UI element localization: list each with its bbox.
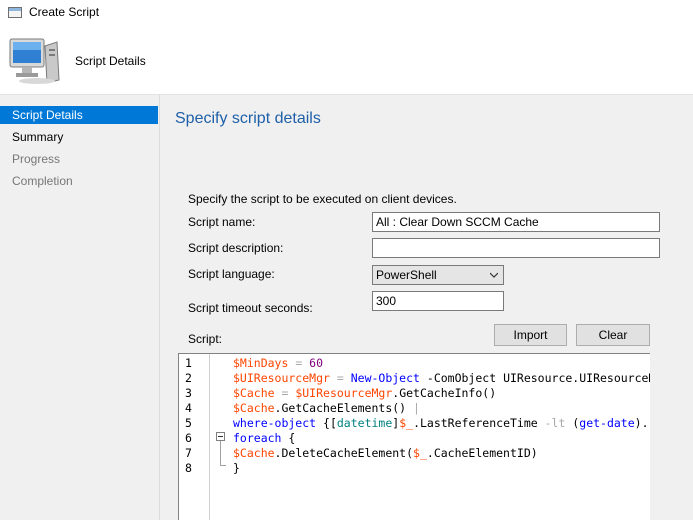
- code-token: foreach: [233, 431, 282, 445]
- script-timeout-input[interactable]: 300: [372, 291, 504, 311]
- sidebar-item-summary[interactable]: Summary: [0, 128, 158, 146]
- code-token: $UIResourceMgr: [233, 371, 330, 385]
- code-line: $Cache.GetCacheElements() |: [233, 401, 420, 416]
- computer-icon: [9, 38, 60, 84]
- fold-guide-end: [220, 465, 226, 466]
- code-token: =: [288, 356, 310, 370]
- window-icon: [8, 7, 22, 18]
- code-token: New-Object: [350, 371, 420, 385]
- code-token: .GetCacheElements(): [274, 401, 414, 415]
- code-token: ).: [634, 416, 649, 430]
- script-language-value: PowerShell: [376, 268, 437, 282]
- code-token: get-date: [579, 416, 635, 430]
- script-description-input[interactable]: [372, 238, 660, 258]
- script-language-label: Script language:: [188, 267, 275, 281]
- code-token: $UIResourceMgr: [295, 386, 393, 400]
- line-number: 1: [185, 356, 192, 370]
- title-bar: Create Script: [0, 0, 693, 28]
- code-line: $Cache = $UIResourceMgr.GetCacheInfo(): [233, 386, 496, 401]
- code-token: $Cache: [233, 401, 275, 415]
- code-token: $MinDays: [233, 356, 289, 370]
- code-token: 60: [309, 356, 324, 370]
- script-description-label: Script description:: [188, 241, 284, 255]
- script-name-input[interactable]: All : Clear Down SCCM Cache: [372, 212, 660, 232]
- line-number: 6: [185, 431, 192, 445]
- sidebar-item-progress: Progress: [12, 152, 61, 166]
- page-title: Specify script details: [175, 110, 321, 127]
- line-number: 8: [185, 461, 192, 475]
- line-number: 5: [185, 416, 192, 430]
- line-number-gutter: 1 2 3 4 5 6 7 8: [179, 354, 210, 520]
- code-token: UIResource.UIResourceMgr: [503, 371, 650, 385]
- window-title: Create Script: [29, 5, 100, 19]
- line-number: 7: [185, 446, 192, 460]
- line-number: 4: [185, 401, 192, 415]
- code-line: }: [233, 461, 240, 476]
- script-language-select[interactable]: PowerShell: [372, 265, 504, 285]
- code-token: datetime: [336, 416, 393, 430]
- sidebar-item-script-details[interactable]: Script Details: [0, 106, 158, 124]
- script-editor[interactable]: 1 2 3 4 5 6 7 8 $MinDays = 60 $UIResource…: [178, 353, 650, 520]
- fold-toggle-icon[interactable]: [216, 432, 225, 441]
- code-token: $_: [399, 416, 414, 430]
- code-token: .GetCacheInfo(): [392, 386, 497, 400]
- code-line: foreach {: [233, 431, 295, 446]
- code-token: {: [281, 431, 296, 445]
- wizard-sidebar: Script Details Summary Progress Completi…: [0, 95, 160, 520]
- line-number: 2: [185, 371, 192, 385]
- line-number: 3: [185, 386, 192, 400]
- code-token: (: [565, 416, 580, 430]
- code-token: .LastReferenceTime: [413, 416, 545, 430]
- code-line: where-object {[datetime]$_.LastReference…: [233, 416, 649, 431]
- code-token: $_: [413, 446, 427, 460]
- code-token: .CacheElementID): [426, 446, 538, 460]
- sidebar-item-completion: Completion: [12, 174, 73, 188]
- chevron-down-icon: [490, 272, 498, 278]
- wizard-header: Script Details: [0, 28, 693, 94]
- code-token: $Cache: [233, 446, 275, 460]
- script-timeout-label: Script timeout seconds:: [188, 301, 313, 315]
- code-line: $UIResourceMgr = New-Object -ComObject U…: [233, 371, 650, 386]
- code-token: where-object: [233, 416, 317, 430]
- code-token: |: [413, 401, 420, 415]
- fold-guide: [220, 441, 221, 465]
- code-token: $Cache: [233, 386, 275, 400]
- code-token: }: [233, 461, 240, 475]
- script-label: Script:: [188, 332, 223, 346]
- code-token: =: [329, 371, 351, 385]
- code-token: .DeleteCacheElement(: [274, 446, 414, 460]
- intro-text: Specify the script to be executed on cli…: [188, 192, 457, 206]
- clear-button[interactable]: Clear: [576, 324, 650, 346]
- script-name-label: Script name:: [188, 215, 256, 229]
- code-token: {[: [316, 416, 337, 430]
- code-token: =: [274, 386, 296, 400]
- header-title: Script Details: [75, 54, 146, 68]
- main-panel: Specify script details Specify the scrip…: [160, 95, 693, 520]
- code-token: -ComObject: [419, 371, 504, 385]
- code-line: $MinDays = 60: [233, 356, 323, 371]
- code-line: $Cache.DeleteCacheElement($_.CacheElemen…: [233, 446, 538, 461]
- import-button[interactable]: Import: [494, 324, 567, 346]
- code-token: -lt: [544, 416, 566, 430]
